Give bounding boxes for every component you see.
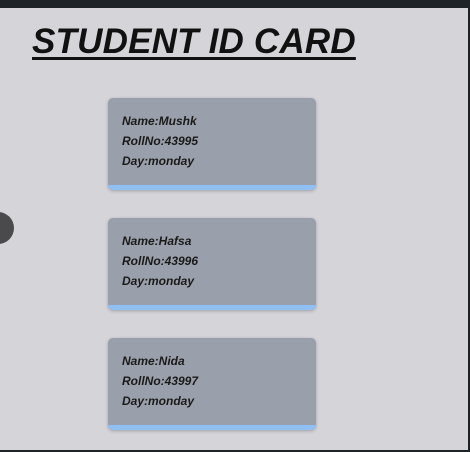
app-frame: STUDENT ID CARD Name:Mushk RollNo:43995 … [0,0,470,452]
student-day: Day:monday [122,394,195,408]
student-card: Name:Mushk RollNo:43995 Day:monday [108,98,316,190]
student-day: Day:monday [122,274,195,288]
student-card: Name:Nida RollNo:43997 Day:monday [108,338,316,430]
student-name: Name:Mushk [122,114,197,128]
student-rollno: RollNo:43996 [122,254,199,268]
page-title: STUDENT ID CARD [32,22,356,61]
student-card-details: Name:Nida RollNo:43997 Day:monday [122,351,198,411]
window-top-bar [0,0,470,8]
student-rollno: RollNo:43997 [122,374,199,388]
student-card: Name:Hafsa RollNo:43996 Day:monday [108,218,316,310]
student-day: Day:monday [122,154,195,168]
student-card-details: Name:Mushk RollNo:43995 Day:monday [122,111,198,171]
student-name: Name:Hafsa [122,234,192,248]
student-name: Name:Nida [122,354,185,368]
student-rollno: RollNo:43995 [122,134,199,148]
side-nav-handle[interactable] [0,212,14,244]
student-card-details: Name:Hafsa RollNo:43996 Day:monday [122,231,198,291]
